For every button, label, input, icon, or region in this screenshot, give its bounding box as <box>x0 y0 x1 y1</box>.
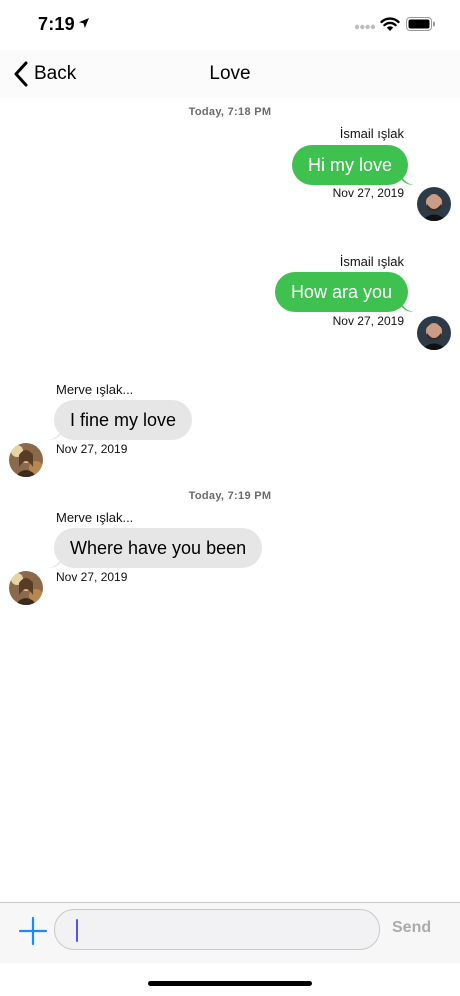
plus-icon[interactable] <box>18 916 48 946</box>
status-time: 7:19 <box>38 14 75 34</box>
message-input-bar: Send <box>0 903 460 963</box>
timestamp-divider: Today, 7:19 PM <box>188 490 272 502</box>
message-date: Nov 27, 2019 <box>332 314 404 328</box>
sender-name: İsmail ışlak <box>339 126 404 141</box>
chat-title: Love <box>209 63 251 84</box>
cellular-signal-icon <box>354 24 376 30</box>
message-bubble-outgoing[interactable]: Hi my love <box>291 145 414 185</box>
bubble-tail <box>48 554 62 568</box>
bubble-tail <box>48 426 62 440</box>
user-avatar-icon <box>9 443 43 477</box>
text-cursor <box>76 919 78 942</box>
avatar[interactable] <box>9 443 43 477</box>
status-bar: 7:19 <box>0 0 460 50</box>
sender-name: İsmail ışlak <box>339 254 404 269</box>
bubble-tail <box>400 171 414 185</box>
message-text: I fine my love <box>70 409 177 430</box>
bubble-tail <box>400 298 414 312</box>
wifi-icon <box>380 17 400 31</box>
message-text: Where have you been <box>70 537 247 558</box>
navigation-bar: Back Love <box>0 50 460 98</box>
avatar[interactable] <box>9 571 43 605</box>
message-bubble-incoming[interactable]: I fine my love <box>48 400 193 440</box>
home-indicator[interactable] <box>148 981 312 986</box>
sender-name: Merve ışlak... <box>56 510 134 525</box>
user-avatar-icon <box>9 571 43 605</box>
avatar[interactable] <box>417 316 451 350</box>
message-bubble-outgoing[interactable]: How ara you <box>274 272 414 312</box>
message-date: Nov 27, 2019 <box>56 570 128 584</box>
message-input[interactable] <box>54 909 380 950</box>
timestamp-divider: Today, 7:18 PM <box>188 106 272 118</box>
sender-name: Merve ışlak... <box>56 382 134 397</box>
battery-icon <box>406 17 435 31</box>
message-text: Hi my love <box>307 154 392 175</box>
location-arrow-icon <box>79 18 89 28</box>
message-text: How ara you <box>290 281 392 302</box>
user-avatar-icon <box>417 316 451 350</box>
message-bubble-incoming[interactable]: Where have you been <box>48 528 263 568</box>
message-date: Nov 27, 2019 <box>56 442 128 456</box>
send-button[interactable]: Send <box>392 919 431 937</box>
avatar[interactable] <box>417 187 451 221</box>
message-date: Nov 27, 2019 <box>332 186 404 200</box>
user-avatar-icon <box>417 187 451 221</box>
